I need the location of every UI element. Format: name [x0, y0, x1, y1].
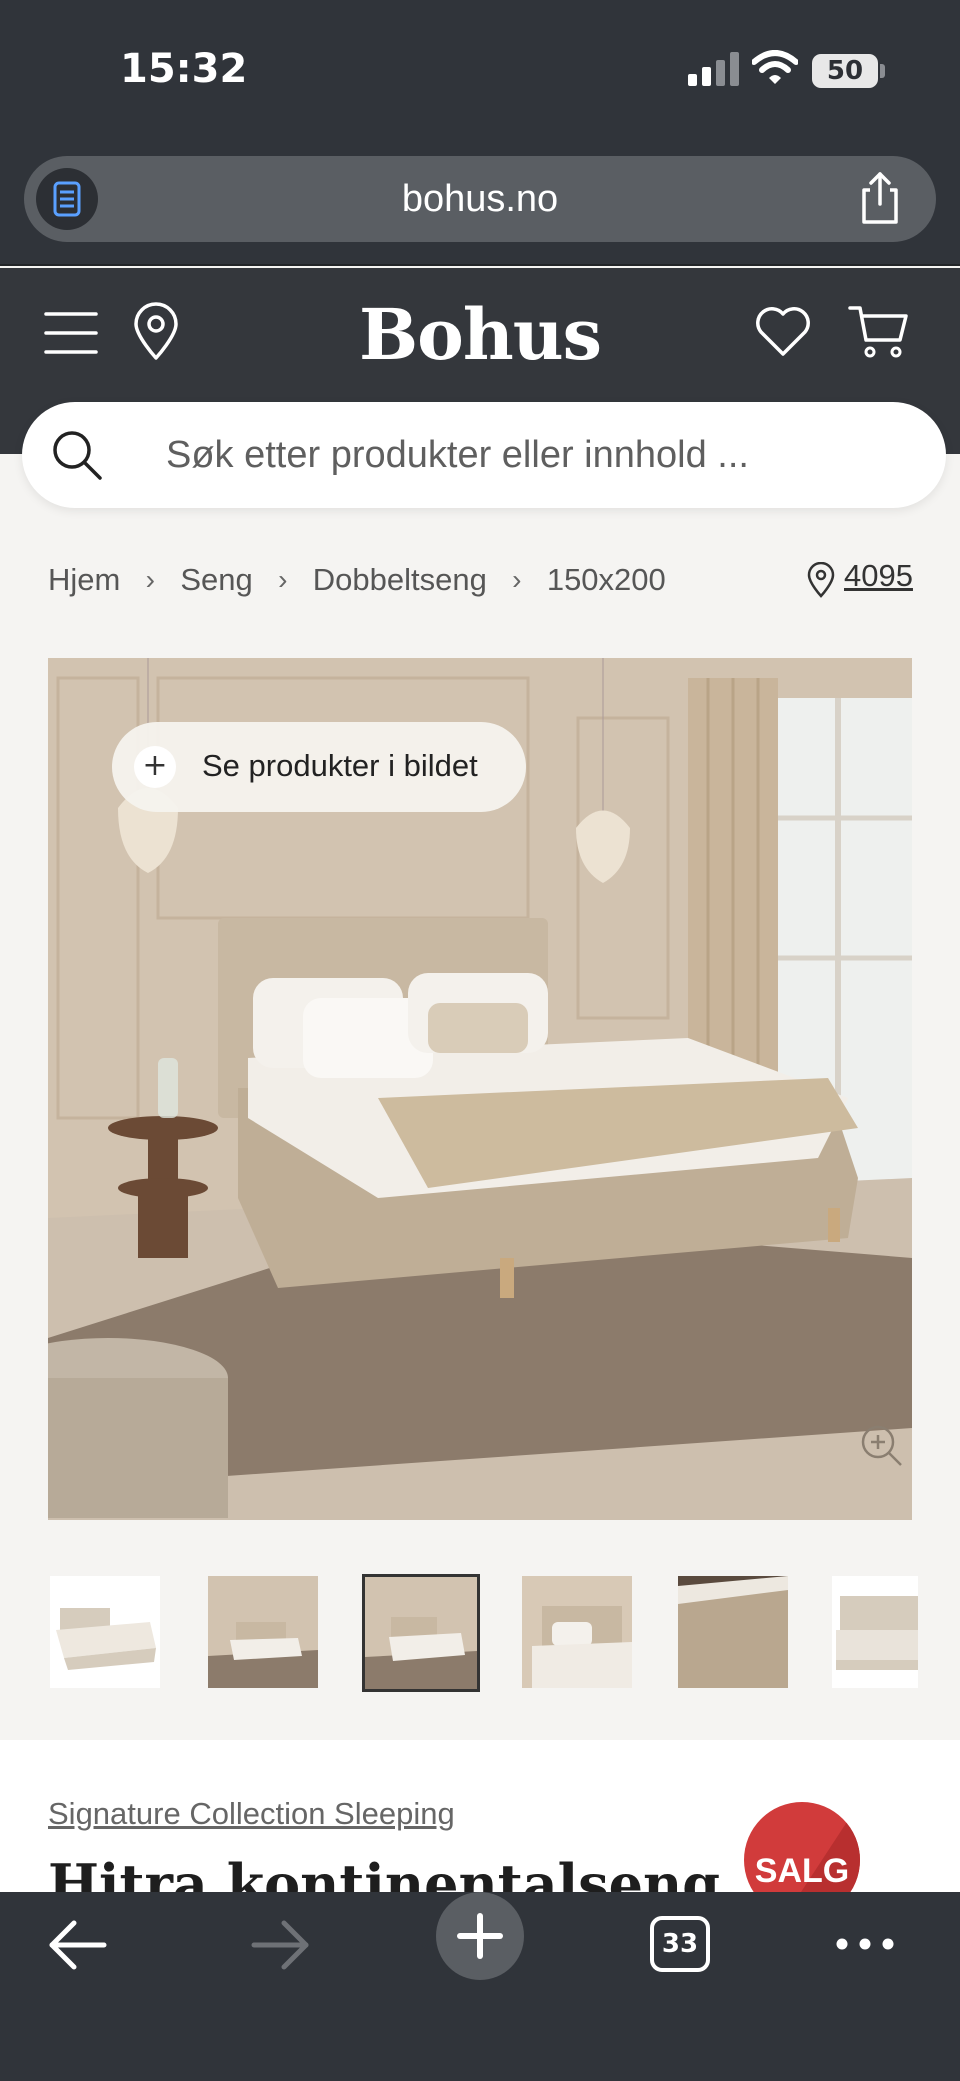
- wifi-icon: [752, 50, 798, 84]
- breadcrumb-dobbeltseng[interactable]: Dobbeltseng: [313, 562, 487, 598]
- arrow-right-icon: [251, 1920, 309, 1970]
- thumbnail-image: [50, 1576, 160, 1688]
- share-icon: [862, 172, 898, 224]
- hamburger-icon: [44, 312, 98, 354]
- store-postal-code-link[interactable]: 4095: [844, 558, 913, 594]
- back-button[interactable]: [46, 1918, 110, 1972]
- store-locator-button[interactable]: [128, 302, 184, 362]
- sale-badge-label: SALG: [754, 1852, 850, 1890]
- thumbnail-6[interactable]: [832, 1576, 918, 1688]
- store-location-icon: [807, 562, 835, 598]
- tabs-button[interactable]: 33: [650, 1916, 710, 1972]
- thumbnail-3[interactable]: [362, 1574, 480, 1692]
- thumbnail-4[interactable]: [522, 1576, 632, 1688]
- plus-icon: +: [134, 746, 176, 788]
- thumbnail-image: [208, 1576, 318, 1688]
- arrow-left-icon: [49, 1920, 107, 1970]
- breadcrumb-separator-icon: ›: [278, 564, 288, 595]
- thumbnail-2[interactable]: [208, 1576, 318, 1688]
- more-dots-icon: [836, 1938, 894, 1950]
- status-time: 15:32: [120, 46, 248, 92]
- battery-tip: [880, 64, 885, 78]
- breadcrumb-separator-icon: ›: [512, 564, 522, 595]
- thumbnail-image: [832, 1576, 918, 1688]
- url-text[interactable]: bohus.no: [0, 168, 960, 230]
- zoom-in-icon: [861, 1425, 902, 1466]
- thumbnail-1[interactable]: [50, 1576, 160, 1688]
- thumbnail-image: [678, 1576, 788, 1688]
- menu-button[interactable]: [44, 306, 98, 360]
- share-button[interactable]: [852, 170, 908, 226]
- new-tab-button[interactable]: [436, 1892, 524, 1980]
- heart-icon: [756, 307, 810, 356]
- breadcrumb-current[interactable]: 150x200: [547, 562, 666, 598]
- search-input[interactable]: [164, 420, 884, 490]
- zoom-button[interactable]: [858, 1422, 904, 1468]
- shop-the-look-label: Se produkter i bildet: [202, 748, 478, 783]
- breadcrumb-separator-icon: ›: [145, 564, 155, 595]
- wishlist-button[interactable]: [754, 302, 812, 360]
- cellular-signal-icon: [688, 52, 739, 86]
- plus-icon: [457, 1913, 503, 1959]
- thumbnail-5[interactable]: [678, 1576, 788, 1688]
- thumbnail-image: [365, 1577, 477, 1689]
- search-icon[interactable]: [50, 428, 104, 482]
- more-button[interactable]: [834, 1932, 896, 1956]
- site-logo[interactable]: Bohus: [330, 290, 630, 380]
- location-pin-icon: [134, 302, 178, 360]
- thumbnail-image: [522, 1576, 632, 1688]
- breadcrumb: Hjem › Seng › Dobbeltseng › 150x200: [48, 558, 666, 602]
- shopping-cart-icon: [848, 306, 908, 358]
- battery-indicator: 50: [812, 54, 878, 88]
- cart-button[interactable]: [848, 302, 910, 360]
- breadcrumb-seng[interactable]: Seng: [180, 562, 252, 598]
- forward-button[interactable]: [248, 1918, 312, 1972]
- brand-link[interactable]: Signature Collection Sleeping: [48, 1796, 455, 1832]
- breadcrumb-home[interactable]: Hjem: [48, 562, 120, 598]
